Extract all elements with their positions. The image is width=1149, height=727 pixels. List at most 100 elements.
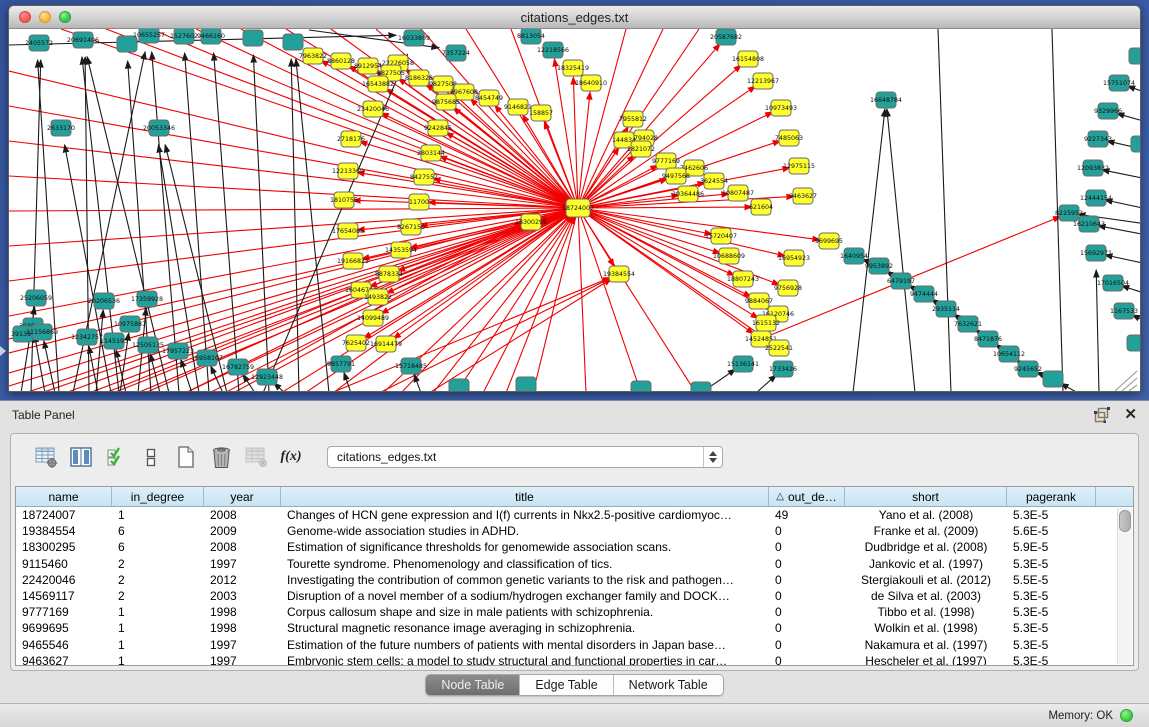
graph-node[interactable]: 12218566 [537, 42, 569, 58]
table-row[interactable]: 946554611997Estimation of the future num… [16, 637, 1133, 653]
graph-node[interactable]: 1145193 [100, 333, 128, 349]
graph-node[interactable]: 17359928 [131, 291, 163, 307]
graph-node[interactable]: 18724007 [562, 199, 594, 217]
table-row[interactable]: 911546021997Tourette syndrome. Phenomeno… [16, 556, 1133, 572]
graph-node[interactable]: 9329966 [1094, 103, 1122, 119]
graph-node[interactable]: 1640954 [840, 248, 868, 264]
graph-node[interactable]: 9146821 [504, 99, 532, 115]
graph-node[interactable]: 20053346 [143, 120, 175, 136]
graph-node[interactable] [1127, 335, 1140, 351]
graph-node[interactable]: 9227343 [1084, 131, 1112, 147]
graph-node[interactable]: 15692971 [1080, 245, 1112, 261]
tab-edge-table[interactable]: Edge Table [520, 675, 613, 695]
graph-node[interactable]: 16033809 [398, 30, 430, 46]
graph-node[interactable]: 12342757 [71, 329, 103, 345]
graph-node[interactable]: 9242845 [424, 120, 452, 136]
show-columns-button[interactable] [68, 444, 94, 470]
tab-network-table[interactable]: Network Table [614, 675, 723, 695]
memory-status-indicator[interactable] [1120, 709, 1133, 722]
graph-node[interactable]: 2803144 [417, 145, 445, 161]
table-row[interactable]: 946362711997Embryonic stem cells: a mode… [16, 653, 1133, 666]
column-header-short[interactable]: short [845, 487, 1007, 506]
graph-node[interactable]: 7625402 [342, 335, 370, 351]
close-panel-icon[interactable]: ✕ [1124, 407, 1137, 423]
graph-node[interactable]: 15136141 [727, 356, 759, 372]
graph-node[interactable]: 7485063 [775, 130, 803, 146]
minimize-window-button[interactable] [39, 11, 51, 23]
graph-node[interactable] [1043, 371, 1063, 387]
graph-node[interactable]: 2405572 [25, 35, 53, 51]
graph-node[interactable]: 7632621 [954, 316, 982, 332]
graph-node[interactable]: 18640910 [575, 75, 607, 91]
graph-node[interactable]: 2633170 [47, 120, 75, 136]
table-row[interactable]: 1938455462009Genome-wide association stu… [16, 523, 1133, 539]
table-row[interactable]: 2242004622012Investigating the contribut… [16, 572, 1133, 588]
graph-node[interactable]: 9463627 [789, 188, 817, 204]
graph-node[interactable]: 7963822 [299, 48, 327, 64]
graph-node[interactable]: 9497568 [662, 168, 690, 184]
graph-node[interactable]: 8860128 [327, 53, 355, 69]
citation-network-graph[interactable]: 2405572206914061065525715276029466160160… [9, 29, 1140, 392]
function-builder-button[interactable]: f(x) [278, 444, 304, 470]
graph-node[interactable]: 1493822 [364, 289, 392, 305]
graph-node[interactable]: 2935114 [932, 301, 960, 317]
graph-node[interactable]: 2718176 [337, 131, 365, 147]
graph-node[interactable]: 1810755 [330, 192, 358, 208]
graph-node[interactable]: 1733426 [769, 361, 797, 377]
graph-node[interactable]: 8427552 [410, 169, 438, 185]
unselect-all-button[interactable] [138, 444, 164, 470]
table-selector-combo[interactable]: citations_edges.txt [327, 446, 723, 468]
select-all-button[interactable] [103, 444, 129, 470]
table-row[interactable]: 1456911722003Disruption of a novel membe… [16, 588, 1133, 604]
tab-node-table[interactable]: Node Table [426, 675, 520, 695]
graph-node[interactable]: 12093832 [1077, 160, 1109, 176]
column-header-out_de[interactable]: △out_de… [769, 487, 845, 506]
vertical-scrollbar[interactable] [1117, 508, 1132, 664]
graph-node[interactable]: 16954923 [778, 250, 810, 266]
graph-node[interactable] [1131, 136, 1140, 152]
graph-node[interactable]: 12213967 [747, 73, 779, 89]
delete-columns-button[interactable] [208, 444, 234, 470]
graph-node[interactable]: 1615132 [752, 315, 780, 331]
graph-node[interactable] [449, 379, 469, 392]
graph-node[interactable] [516, 377, 536, 392]
graph-node[interactable]: 15751074 [1103, 75, 1135, 91]
table-mode-button[interactable] [33, 444, 59, 470]
graph-node[interactable] [1129, 48, 1140, 64]
table-row[interactable]: 977716911998Corpus callosum shape and si… [16, 604, 1133, 620]
delete-table-button[interactable] [243, 444, 269, 470]
graph-node[interactable]: 15720407 [705, 228, 737, 244]
zoom-window-button[interactable] [59, 11, 71, 23]
graph-node[interactable]: 16648784 [870, 92, 902, 108]
graph-node[interactable]: 10975887 [114, 316, 146, 332]
graph-node[interactable]: 19166825 [337, 253, 369, 269]
column-header-pagerank[interactable]: pagerank [1007, 487, 1096, 506]
table-row[interactable]: 969969511998Structural magnetic resonanc… [16, 620, 1133, 636]
graph-node[interactable]: 25206059 [20, 290, 52, 306]
graph-node[interactable]: 20587682 [710, 29, 742, 45]
graph-node[interactable]: 8878334 [375, 266, 403, 282]
graph-node[interactable]: 16154808 [732, 51, 764, 67]
graph-node[interactable]: 18807243 [727, 271, 759, 287]
graph-node[interactable]: 8813054 [517, 29, 545, 44]
graph-node[interactable]: 1527602 [170, 29, 198, 44]
graph-node[interactable]: 1167533 [1110, 303, 1138, 319]
panel-collapse-arrow-icon[interactable] [0, 346, 6, 356]
graph-node[interactable]: 3624554 [700, 173, 728, 189]
graph-node[interactable] [243, 30, 263, 46]
column-header-in_degree[interactable]: in_degree [112, 487, 204, 506]
graph-node[interactable]: 9875685 [432, 94, 460, 110]
graph-node[interactable]: 16914479 [370, 336, 402, 352]
graph-node[interactable]: 7357224 [442, 45, 470, 61]
graph-node[interactable]: 18325419 [557, 60, 589, 76]
node-table[interactable]: namein_degreeyeartitle△out_de…shortpager… [15, 486, 1134, 666]
graph-node[interactable] [691, 382, 711, 392]
graph-node[interactable]: 2522541 [765, 340, 793, 356]
graph-node[interactable]: 20691406 [67, 32, 99, 48]
graph-node[interactable]: 17016504 [1097, 275, 1129, 291]
graph-node[interactable]: 9756928 [774, 280, 802, 296]
graph-node[interactable]: 9474444 [910, 286, 938, 302]
graph-node[interactable]: 158857 [529, 105, 553, 121]
column-header-year[interactable]: year [204, 487, 281, 506]
graph-node[interactable]: 9857791 [327, 356, 355, 372]
